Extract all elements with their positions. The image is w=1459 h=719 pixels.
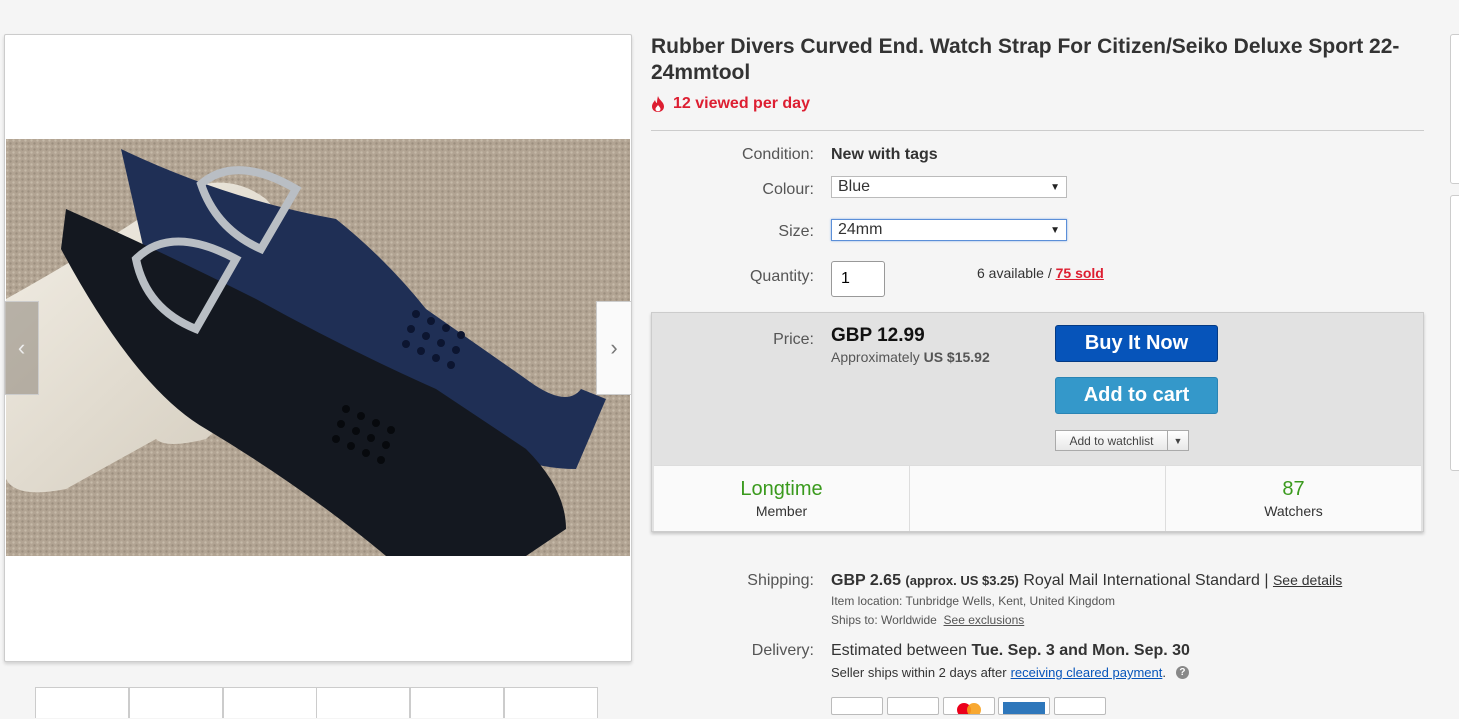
- colour-value: Blue: [838, 178, 871, 195]
- location-label: Item location:: [831, 594, 903, 608]
- size-select[interactable]: 24mm ▼: [831, 219, 1067, 241]
- amex-icon: [998, 697, 1050, 715]
- thumbnail[interactable]: [35, 687, 129, 718]
- delivery-dates: Tue. Sep. 3 and Mon. Sep. 30: [971, 642, 1190, 659]
- stat-value: Longtime: [740, 478, 823, 500]
- delivery-prefix: Estimated between: [831, 642, 968, 659]
- sold-link[interactable]: 75 sold: [1056, 265, 1104, 281]
- stat-empty: [910, 466, 1166, 531]
- stat-label: Watchers: [1264, 503, 1323, 519]
- shipping-cost: GBP 2.65: [831, 572, 901, 589]
- thumbnail[interactable]: [223, 687, 317, 718]
- previous-image-arrow[interactable]: ‹: [5, 301, 39, 395]
- cleared-payment-link[interactable]: receiving cleared payment: [1011, 665, 1163, 680]
- image-panel: ‹ ›: [4, 34, 632, 662]
- see-exclusions-link[interactable]: See exclusions: [944, 613, 1025, 627]
- watchlist-label: Add to watchlist: [1056, 431, 1168, 450]
- add-to-cart-button[interactable]: Add to cart: [1055, 377, 1218, 414]
- next-image-arrow[interactable]: ›: [596, 301, 632, 395]
- thumbnail[interactable]: [504, 687, 598, 718]
- product-photo[interactable]: [6, 139, 630, 556]
- ships-to: Ships to: Worldwide See exclusions: [831, 613, 1024, 627]
- price-label: Price:: [773, 331, 814, 348]
- payment-icon: [831, 697, 883, 715]
- delivery-note-prefix: Seller ships within 2 days after: [831, 665, 1007, 680]
- size-value: 24mm: [838, 221, 883, 238]
- ships-to-label: Ships to:: [831, 613, 878, 627]
- help-icon[interactable]: ?: [1175, 666, 1189, 679]
- approx-prefix: Approximately: [831, 349, 920, 365]
- mastercard-icon: [943, 697, 995, 717]
- size-label: Size:: [778, 223, 814, 240]
- quantity-label: Quantity:: [749, 268, 814, 285]
- stat-label: Member: [755, 503, 808, 519]
- condition-value: New with tags: [831, 146, 938, 163]
- delivery-label: Delivery:: [751, 642, 814, 659]
- chevron-left-icon: ‹: [17, 335, 26, 360]
- item-title: Rubber Divers Curved End. Watch Strap Fo…: [651, 35, 1400, 84]
- shipping-approx: (approx. US $3.25): [905, 573, 1019, 588]
- buy-it-now-button[interactable]: Buy It Now: [1055, 325, 1218, 362]
- divider: [651, 130, 1424, 131]
- ships-to-value: Worldwide: [881, 613, 937, 627]
- shipping-service: Royal Mail International Standard: [1023, 572, 1260, 589]
- stat-value: 87: [1282, 478, 1305, 500]
- price-value: GBP 12.99: [831, 325, 925, 346]
- delivery-note-suffix: .: [1162, 665, 1166, 680]
- add-to-watchlist-button[interactable]: Add to watchlist ▼: [1055, 430, 1189, 451]
- views-badge: 12 viewed per day: [651, 95, 810, 113]
- thumbnail[interactable]: [410, 687, 504, 718]
- colour-label: Colour:: [762, 181, 814, 198]
- payment-icon: [1054, 697, 1106, 715]
- location-value: Tunbridge Wells, Kent, United Kingdom: [905, 594, 1115, 608]
- thumbnail[interactable]: [316, 687, 410, 718]
- payment-icon: [887, 697, 939, 715]
- approx-value: US $15.92: [923, 349, 990, 365]
- availability: 6 available / 75 sold: [977, 265, 1104, 281]
- condition-label: Condition:: [741, 146, 814, 163]
- see-details-link[interactable]: See details: [1273, 572, 1342, 588]
- stat-longtime-member: Longtime Member: [654, 466, 910, 531]
- quantity-input[interactable]: [831, 261, 885, 297]
- chevron-right-icon: ›: [610, 335, 618, 360]
- shipping-line: GBP 2.65 (approx. US $3.25) Royal Mail I…: [831, 572, 1342, 590]
- available-count: 6 available /: [977, 265, 1056, 281]
- side-card: [1450, 34, 1459, 184]
- stat-watchers: 87 Watchers: [1166, 466, 1421, 531]
- delivery-note: Seller ships within 2 days after receivi…: [831, 665, 1189, 680]
- side-card: [1450, 195, 1459, 471]
- separator: |: [1264, 572, 1269, 589]
- caret-down-icon: ▼: [1050, 181, 1060, 193]
- item-location: Item location: Tunbridge Wells, Kent, Un…: [831, 594, 1115, 608]
- views-text: 12 viewed per day: [673, 95, 810, 112]
- caret-down-icon: ▼: [1050, 224, 1060, 236]
- fire-icon: [652, 96, 664, 112]
- colour-select[interactable]: Blue ▼: [831, 176, 1067, 198]
- seller-stats: Longtime Member 87 Watchers: [654, 465, 1421, 531]
- shipping-label: Shipping:: [747, 572, 814, 589]
- delivery-estimate: Estimated between Tue. Sep. 3 and Mon. S…: [831, 642, 1190, 660]
- thumbnail[interactable]: [129, 687, 223, 718]
- caret-down-icon[interactable]: ▼: [1168, 431, 1188, 450]
- price-approx: Approximately US $15.92: [831, 349, 990, 365]
